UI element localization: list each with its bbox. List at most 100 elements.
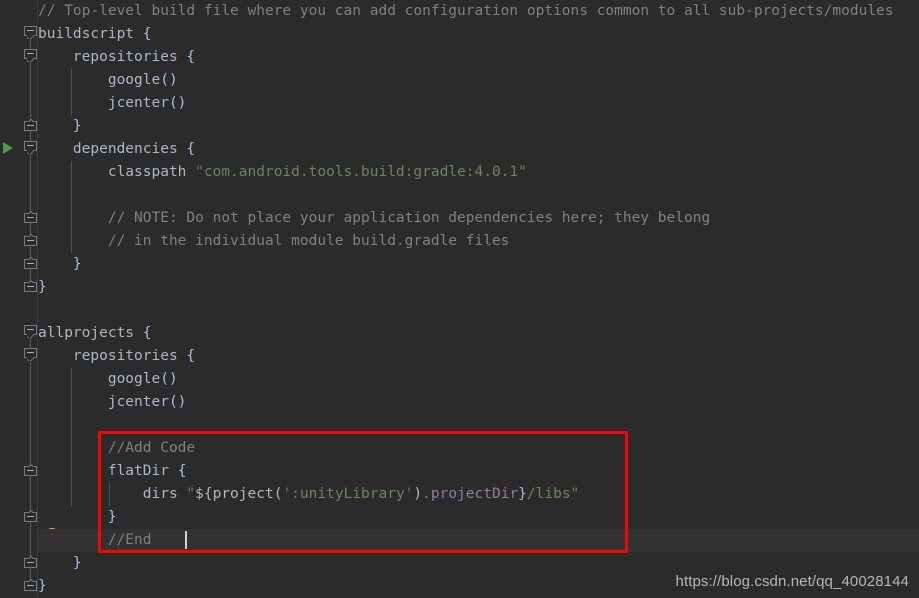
code-text-area[interactable]: // Top-level build file where you can ad… xyxy=(38,0,919,598)
fold-marker-start[interactable] xyxy=(24,141,37,154)
fold-marker-end[interactable] xyxy=(24,578,37,591)
code-token: } xyxy=(72,256,82,272)
code-token: } xyxy=(38,578,47,594)
fold-marker-tip xyxy=(27,357,34,361)
code-token: jcenter xyxy=(38,95,169,111)
code-token: //End xyxy=(38,532,152,548)
code-token: dirs xyxy=(38,486,187,502)
code-token: // Top-level build file where you can ad… xyxy=(38,3,894,19)
code-token: classpath xyxy=(38,164,196,180)
code-line[interactable]: //Add Code xyxy=(38,437,195,460)
fold-marker-tip xyxy=(27,555,34,559)
fold-marker-end[interactable] xyxy=(24,118,37,131)
code-line[interactable]: dependencies { xyxy=(38,138,195,161)
code-line[interactable]: jcenter() xyxy=(38,92,187,115)
fold-marker-minus xyxy=(27,562,34,563)
code-line[interactable]: } xyxy=(38,575,47,598)
code-token: () xyxy=(168,394,187,410)
fold-marker-start[interactable] xyxy=(24,348,37,361)
code-line[interactable]: repositories { xyxy=(38,46,195,69)
fold-marker-minus xyxy=(27,470,34,471)
code-token: ${project( xyxy=(195,486,283,502)
code-token: { xyxy=(142,325,152,341)
code-line[interactable]: // in the individual module build.gradle… xyxy=(38,230,510,253)
code-token: " xyxy=(186,486,196,502)
run-gradle-task-icon[interactable] xyxy=(3,142,13,154)
code-token: ) xyxy=(413,486,423,502)
fold-marker-box xyxy=(24,236,37,246)
code-line[interactable]: dirs "${project(':unityLibrary').project… xyxy=(38,483,580,506)
code-line[interactable]: // Top-level build file where you can ad… xyxy=(38,0,894,23)
code-token: google xyxy=(38,72,161,88)
fold-marker-minus xyxy=(27,329,34,330)
text-caret xyxy=(185,531,187,549)
code-line[interactable]: } xyxy=(38,253,82,276)
code-token: // NOTE: Do not place your application d… xyxy=(38,210,711,226)
code-line[interactable]: } xyxy=(38,115,82,138)
fold-marker-end[interactable] xyxy=(24,279,37,292)
code-token: { xyxy=(186,348,196,364)
fold-marker-end[interactable] xyxy=(24,555,37,568)
code-line[interactable]: jcenter() xyxy=(38,391,187,414)
code-token: flatDir xyxy=(38,463,178,479)
fold-marker-tip xyxy=(27,256,34,260)
fold-marker-end[interactable] xyxy=(24,233,37,246)
fold-marker-box xyxy=(24,259,37,269)
code-line[interactable]: // NOTE: Do not place your application d… xyxy=(38,207,710,230)
fold-marker-minus xyxy=(27,145,34,146)
fold-marker-minus xyxy=(27,286,34,287)
code-token: /libs" xyxy=(526,486,580,502)
fold-marker-end[interactable] xyxy=(24,463,37,476)
fold-marker-box xyxy=(24,512,37,522)
fold-marker-tip xyxy=(27,463,34,467)
code-line[interactable]: google() xyxy=(38,368,178,391)
code-line[interactable]: buildscript { xyxy=(38,23,152,46)
code-line[interactable]: } xyxy=(38,552,82,575)
fold-marker-start[interactable] xyxy=(24,325,37,338)
fold-marker-end[interactable] xyxy=(24,210,37,223)
fold-marker-tip xyxy=(27,233,34,237)
fold-marker-tip xyxy=(27,118,34,122)
fold-marker-tip xyxy=(27,509,34,513)
code-line[interactable]: allprojects { xyxy=(38,322,152,345)
code-token: () xyxy=(168,95,187,111)
fold-marker-box xyxy=(24,581,37,591)
fold-marker-minus xyxy=(27,585,34,586)
editor-gutter[interactable] xyxy=(0,0,38,598)
code-token: repositories xyxy=(38,348,187,364)
code-editor-window[interactable]: // Top-level build file where you can ad… xyxy=(0,0,919,598)
code-token: dependencies xyxy=(38,141,187,157)
fold-marker-minus xyxy=(27,263,34,264)
fold-marker-start[interactable] xyxy=(24,26,37,39)
code-line[interactable]: //End xyxy=(38,529,152,552)
fold-marker-start[interactable] xyxy=(24,49,37,62)
code-line[interactable]: google() xyxy=(38,69,178,92)
code-token: } xyxy=(72,555,82,571)
code-token: { xyxy=(142,26,152,42)
code-line[interactable]: classpath "com.android.tools.build:gradl… xyxy=(38,161,527,184)
code-token: } xyxy=(72,118,82,134)
current-line-highlight xyxy=(38,529,919,552)
code-token: { xyxy=(186,141,196,157)
fold-marker-minus xyxy=(27,125,34,126)
fold-marker-box xyxy=(24,121,37,131)
code-token: // in the individual module build.gradle… xyxy=(38,233,510,249)
fold-marker-tip xyxy=(27,334,34,338)
code-line[interactable]: } xyxy=(38,506,117,529)
code-token: buildscript xyxy=(38,26,143,42)
code-token: } xyxy=(107,509,117,525)
code-line[interactable]: repositories { xyxy=(38,345,195,368)
fold-marker-end[interactable] xyxy=(24,256,37,269)
fold-marker-minus xyxy=(27,240,34,241)
code-line[interactable]: } xyxy=(38,276,47,299)
fold-marker-tip xyxy=(27,35,34,39)
code-token: () xyxy=(160,371,178,387)
fold-marker-tip xyxy=(27,578,34,582)
code-line[interactable]: flatDir { xyxy=(38,460,187,483)
fold-marker-end[interactable] xyxy=(24,509,37,522)
fold-marker-tip xyxy=(27,210,34,214)
